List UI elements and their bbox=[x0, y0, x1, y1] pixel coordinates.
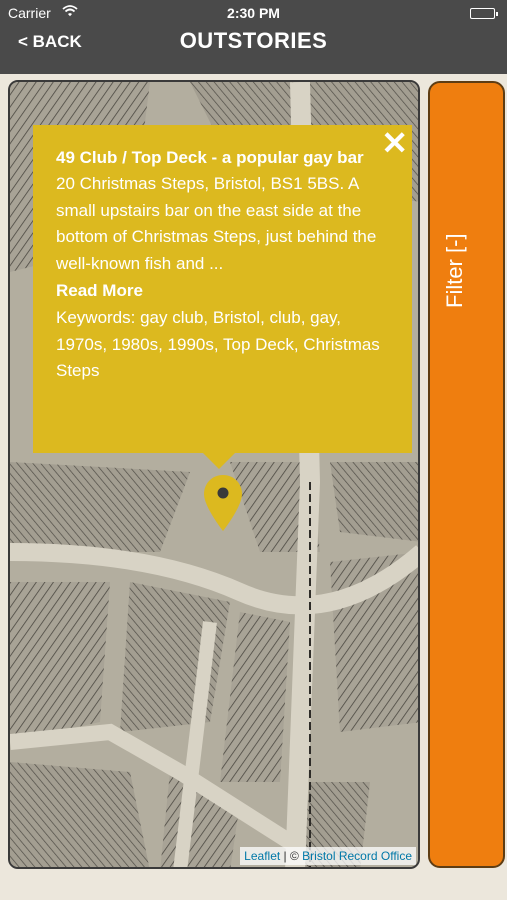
map-attribution: Leaflet | © Bristol Record Office bbox=[240, 847, 416, 865]
bristol-record-office-link[interactable]: Bristol Record Office bbox=[302, 849, 412, 863]
close-popup-button[interactable]: ✕ bbox=[381, 127, 408, 159]
leaflet-link[interactable]: Leaflet bbox=[244, 849, 280, 863]
popup-keywords: Keywords: gay club, Bristol, club, gay, … bbox=[56, 308, 380, 380]
filter-toggle-button[interactable]: Filter [-] bbox=[428, 81, 505, 868]
attribution-separator: | © bbox=[280, 849, 303, 863]
page-title: OUTSTORIES bbox=[179, 28, 328, 53]
location-popup: ✕ 49 Club / Top Deck - a popular gay bar… bbox=[33, 125, 412, 453]
map-pin-icon[interactable] bbox=[203, 474, 243, 537]
popup-title: 49 Club / Top Deck - a popular gay bar bbox=[56, 148, 364, 167]
status-bar: Carrier 2:30 PM bbox=[0, 0, 507, 26]
navigation-bar: < BACK OUTSTORIES bbox=[0, 26, 507, 74]
filter-label: Filter [-] bbox=[442, 233, 467, 308]
popup-tip bbox=[203, 453, 235, 469]
clock: 2:30 PM bbox=[227, 5, 280, 21]
popup-description: 20 Christmas Steps, Bristol, BS1 5BS. A … bbox=[56, 174, 377, 273]
top-bar: Carrier 2:30 PM < BACK OUTSTORIES bbox=[0, 0, 507, 74]
battery-icon bbox=[470, 8, 498, 19]
read-more-link[interactable]: Read More bbox=[56, 277, 388, 305]
